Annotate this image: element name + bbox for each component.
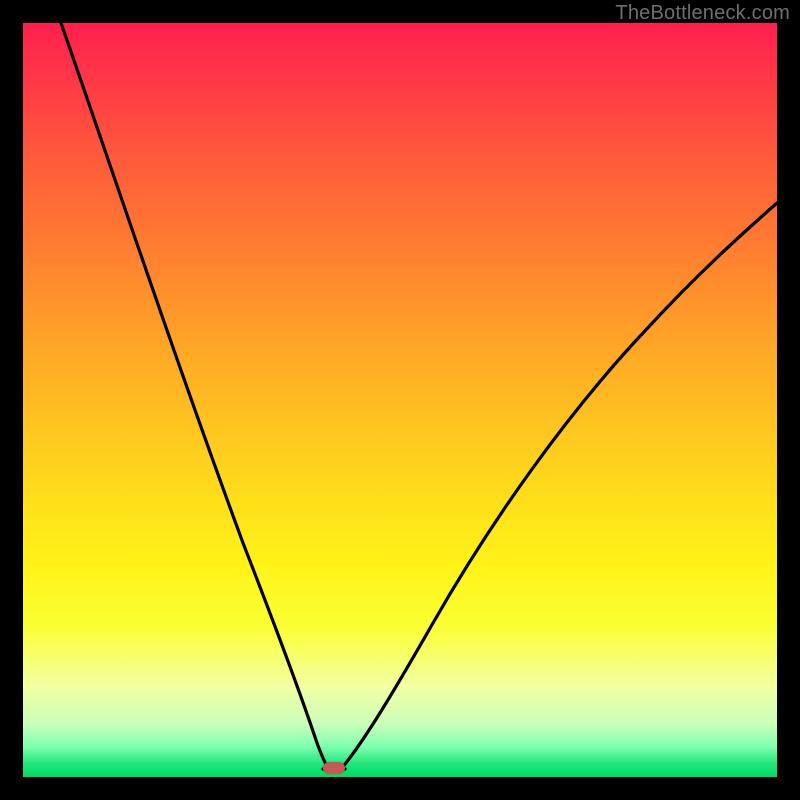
watermark-text: TheBottleneck.com [615, 2, 790, 25]
bottleneck-marker [323, 762, 345, 774]
plot-area [23, 23, 777, 777]
chart-frame: TheBottleneck.com [0, 0, 800, 800]
